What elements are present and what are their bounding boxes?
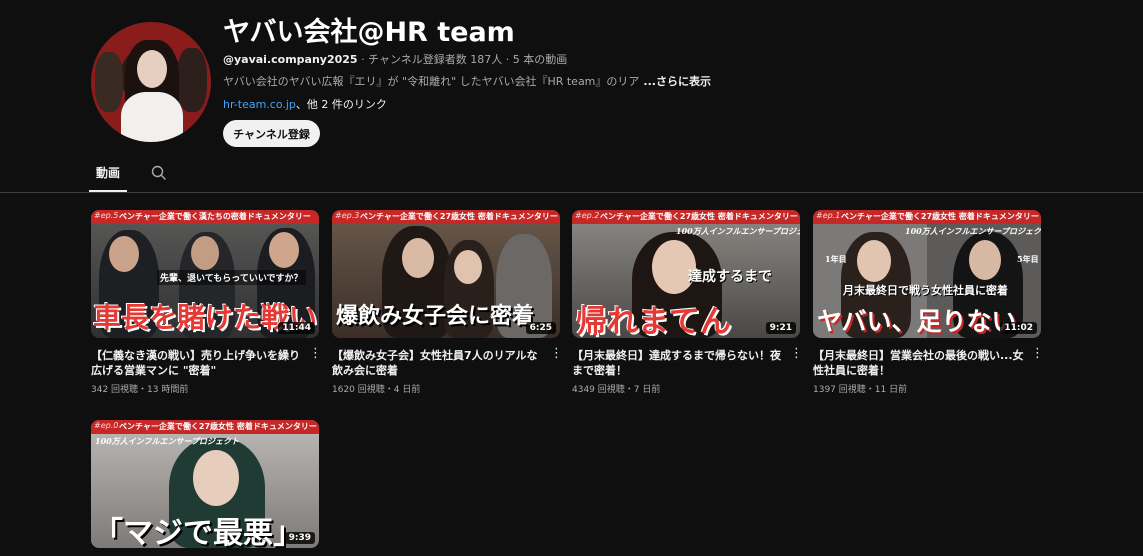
thumb-face bbox=[191, 236, 219, 270]
video-meta: 4349 回視聴・7 日前 bbox=[572, 385, 661, 395]
thumb-top-label: 100万人インフルエンサープロジェクト bbox=[676, 226, 800, 236]
video-duration: 9:21 bbox=[765, 322, 796, 334]
thumb-face bbox=[454, 250, 482, 284]
thumb-face bbox=[402, 238, 434, 278]
subscribe-button[interactable]: チャンネル登録 bbox=[223, 120, 320, 147]
episode-label: #ep.3 bbox=[335, 211, 360, 220]
video-meta: 1620 回視聴・4 日前 bbox=[332, 385, 421, 395]
banner-text: ベンチャー企業で働く漢たちの密着ドキュメンタリー bbox=[119, 212, 311, 221]
banner-text: ベンチャー企業で働く27歳女性 密着ドキュメンタリー bbox=[360, 212, 558, 221]
thumb-face bbox=[269, 232, 299, 268]
video-thumbnail[interactable]: #ep.1 ベンチャー企業で働く27歳女性 密着ドキュメンタリー 100万人イン… bbox=[813, 210, 1041, 338]
channel-meta: @yavai.company2025 · チャンネル登録者数 187人 · 5 … bbox=[223, 51, 567, 67]
video-title[interactable]: 【月末最終日】営業会社の最後の戦い...女性社員に密着！ bbox=[813, 348, 1025, 378]
channel-tabs: 動画 bbox=[0, 160, 1143, 193]
banner-text: ベンチャー企業で働く27歳女性 密着ドキュメンタリー bbox=[600, 212, 798, 221]
channel-description[interactable]: ヤバい会社のヤバい広報『エリ』が "令和離れ" したヤバい会社『HR team』… bbox=[223, 73, 711, 89]
channel-name: ヤバい会社@HR team bbox=[223, 17, 515, 48]
video-duration: 9:39 bbox=[284, 532, 315, 544]
banner-text: ベンチャー企業で働く27歳女性 密着ドキュメンタリー bbox=[119, 422, 317, 431]
channel-handle: @yavai.company2025 bbox=[223, 53, 358, 66]
thumb-face bbox=[969, 240, 1001, 280]
more-options-icon[interactable]: ⋮ bbox=[1031, 347, 1044, 362]
more-links-button[interactable]: 、他 2 件のリンク bbox=[296, 98, 387, 111]
thumb-label-left: 1年目 bbox=[825, 254, 847, 264]
video-title[interactable]: 【仁義なき漢の戦い】売り上げ争いを繰り広げる営業マンに "密着" bbox=[91, 348, 303, 378]
video-duration: 11:44 bbox=[278, 322, 315, 334]
channel-avatar[interactable] bbox=[91, 22, 211, 142]
video-duration: 6:25 bbox=[525, 322, 556, 334]
video-title[interactable]: 【月末最終日】達成するまで帰らない！夜まで密着！ bbox=[572, 348, 784, 378]
avatar-face bbox=[137, 50, 167, 88]
thumb-subtitle: 月末最終日で戦う女性社員に密着 bbox=[843, 284, 1008, 297]
channel-links: hr-team.co.jp、他 2 件のリンク bbox=[223, 96, 387, 112]
thumb-face bbox=[109, 236, 139, 272]
more-options-icon[interactable]: ⋮ bbox=[309, 347, 322, 362]
more-options-icon[interactable]: ⋮ bbox=[790, 347, 803, 362]
channel-header: ヤバい会社@HR team @yavai.company2025 · チャンネル… bbox=[0, 0, 1143, 160]
thumb-face bbox=[193, 450, 239, 506]
thumb-top-label: 100万人インフルエンサープロジェクト bbox=[95, 436, 239, 446]
thumb-face bbox=[857, 240, 891, 282]
episode-label: #ep.0 bbox=[94, 421, 119, 430]
video-title[interactable]: 【爆飲み女子会】女性社員7人のリアルな飲み会に密着 bbox=[332, 348, 544, 378]
episode-label: #ep.1 bbox=[816, 211, 841, 220]
show-more-link[interactable]: ...さらに表示 bbox=[643, 75, 711, 88]
video-meta: 342 回視聴・13 時間前 bbox=[91, 385, 189, 395]
episode-label: #ep.2 bbox=[575, 211, 600, 220]
video-thumbnail[interactable]: #ep.5 ベンチャー企業で働く漢たちの密着ドキュメンタリー 先輩、退いてもらっ… bbox=[91, 210, 319, 338]
video-thumbnail[interactable]: #ep.3 ベンチャー企業で働く27歳女性 密着ドキュメンタリー 爆飲み女子会に… bbox=[332, 210, 560, 338]
thumb-headline: ヤバい、足りない bbox=[817, 307, 1017, 336]
avatar-figure-left bbox=[95, 52, 123, 112]
thumb-subtitle: 達成するまで bbox=[688, 269, 772, 285]
video-thumbnail[interactable]: #ep.2 ベンチャー企業で働く27歳女性 密着ドキュメンタリー 100万人イン… bbox=[572, 210, 800, 338]
description-text: ヤバい会社のヤバい広報『エリ』が "令和離れ" したヤバい会社『HR team』… bbox=[223, 75, 640, 88]
thumb-label-right: 5年目 bbox=[1017, 254, 1039, 264]
episode-label: #ep.5 bbox=[94, 211, 119, 220]
video-thumbnail[interactable]: #ep.0 ベンチャー企業で働く27歳女性 密着ドキュメンタリー 100万人イン… bbox=[91, 420, 319, 548]
thumb-headline: 爆飲み女子会に密着 bbox=[336, 303, 535, 329]
thumb-subtitle: 先輩、退いてもらっていいですか？ bbox=[157, 270, 306, 285]
video-meta: 1397 回視聴・11 日前 bbox=[813, 385, 908, 395]
avatar-body bbox=[121, 92, 183, 142]
channel-stats: · チャンネル登録者数 187人 · 5 本の動画 bbox=[357, 53, 568, 66]
video-duration: 11:02 bbox=[1000, 322, 1037, 334]
thumb-headline: 「マジで最悪」 bbox=[93, 516, 303, 548]
thumb-top-label: 100万人インフルエンサープロジェクト bbox=[905, 226, 1041, 236]
more-options-icon[interactable]: ⋮ bbox=[550, 347, 563, 362]
tab-videos[interactable]: 動画 bbox=[89, 160, 127, 192]
channel-link[interactable]: hr-team.co.jp bbox=[223, 98, 296, 111]
thumb-headline: 帰れまてん bbox=[576, 304, 731, 338]
avatar-figure-right bbox=[177, 48, 207, 112]
banner-text: ベンチャー企業で働く27歳女性 密着ドキュメンタリー bbox=[841, 212, 1039, 221]
search-icon[interactable] bbox=[149, 163, 169, 183]
